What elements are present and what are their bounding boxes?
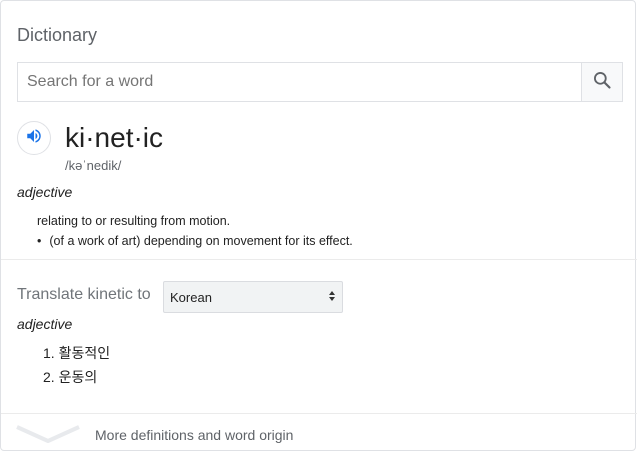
- bullet: •: [37, 234, 42, 248]
- translation-list: 1. 활동적인 2. 운동의: [43, 341, 110, 389]
- sub-definition-row: • (of a work of art) depending on moveme…: [37, 234, 353, 248]
- search-input[interactable]: [18, 63, 581, 101]
- search-button[interactable]: [581, 63, 622, 101]
- speaker-icon: [25, 127, 43, 150]
- divider: [1, 259, 637, 260]
- pronounce-button[interactable]: [17, 121, 51, 155]
- search-icon: [592, 70, 612, 95]
- card-title: Dictionary: [17, 25, 98, 45]
- select-arrows-icon: [328, 290, 336, 305]
- headword: ki·net·ic: [65, 122, 164, 153]
- more-definitions-label: More definitions and word origin: [95, 427, 294, 443]
- translation-part-of-speech: adjective: [17, 316, 73, 332]
- part-of-speech: adjective: [17, 184, 73, 200]
- dictionary-card: Dictionary ki·net·ic /kəˈnedik/ adjectiv…: [0, 0, 637, 452]
- list-item: 2. 운동의: [43, 365, 110, 389]
- language-select-value: Korean: [170, 289, 212, 305]
- search-box: [17, 62, 623, 102]
- translate-label: Translate kinetic to: [17, 286, 151, 303]
- list-item-number: 1.: [43, 345, 55, 361]
- definition: relating to or resulting from motion.: [37, 214, 231, 228]
- list-item-text: 운동의: [58, 369, 98, 385]
- more-definitions-button[interactable]: More definitions and word origin: [1, 414, 637, 452]
- list-item: 1. 활동적인: [43, 341, 110, 365]
- phonetic: /kəˈnedik/: [65, 158, 122, 173]
- chevron-down-icon: [15, 423, 81, 450]
- list-item-text: 활동적인: [58, 345, 111, 361]
- sub-definition: (of a work of art) depending on movement…: [49, 234, 353, 248]
- list-item-number: 2.: [43, 369, 55, 385]
- language-select[interactable]: Korean: [163, 281, 343, 313]
